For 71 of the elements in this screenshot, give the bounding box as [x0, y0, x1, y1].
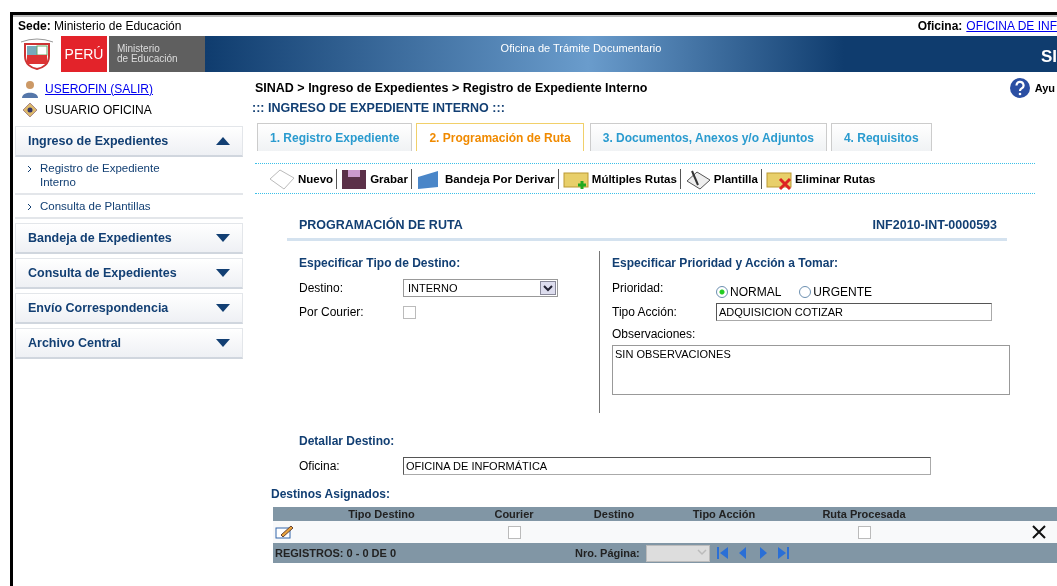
field-label: Destino: [299, 281, 345, 295]
last-page-icon [775, 546, 790, 560]
column-header: Tipo Acción [691, 508, 757, 520]
collapse-arrow-icon [216, 137, 230, 145]
expand-arrow-icon [216, 339, 230, 347]
column-header: Tipo Destino [347, 508, 416, 520]
grid-title: Destinos Asignados: [271, 486, 391, 503]
destination-select[interactable]: INTERNO [403, 279, 558, 297]
section-heading: Detallar Destino: [299, 433, 396, 450]
multi-button[interactable]: Múltiples Rutas [558, 166, 680, 191]
chevron-icon [27, 203, 32, 211]
help-label: Ayu [1034, 82, 1055, 94]
ministry-label: Ministerio de Educación [109, 36, 205, 72]
save-button[interactable]: Grabar [337, 166, 411, 191]
breadcrumb: SINAD > Ingreso de Expedientes > Registro de Expediente Interno [255, 81, 648, 95]
menu-section[interactable]: Consulta de Expedientes [15, 258, 243, 289]
menu-item[interactable]: Consulta de Plantillas [40, 199, 180, 213]
field-label: Por Courier: [299, 305, 365, 319]
section-heading: Especificar Prioridad y Acción a Tomar: [612, 255, 840, 272]
field-label: Prioridad: [612, 281, 665, 295]
last-page-button[interactable] [775, 546, 790, 560]
menu-section[interactable]: Envío Correspondencia [15, 293, 243, 324]
column-header: Courier [493, 508, 535, 520]
first-page-icon [715, 546, 730, 560]
column-header: Ruta Procesada [821, 508, 907, 520]
delete-button[interactable] [1031, 524, 1047, 540]
country-label: PERÚ [61, 36, 109, 72]
user-role: USUARIO OFICINA [45, 102, 152, 117]
page-label: Nro. Página: [575, 547, 640, 559]
record-count: REGISTROS: 0 - 0 DE 0 [275, 547, 398, 559]
user-icon [21, 79, 39, 98]
section-title: PROGRAMACIÓN DE RUTA [299, 218, 463, 232]
field-label: Observaciones: [612, 327, 697, 341]
expand-arrow-icon [216, 269, 230, 277]
priority-radio[interactable]: URGENTE [799, 285, 872, 299]
tray-button[interactable]: Bandeja Por Derivar [411, 166, 558, 191]
help-icon [1008, 77, 1031, 99]
oficina-link[interactable]: OFICINA DE INF [966, 19, 1057, 33]
menu-section[interactable]: Bandeja de Expedientes [15, 223, 243, 254]
office-field[interactable]: OFICINA DE INFORMÁTICA [403, 457, 931, 475]
page-title: ::: INGRESO DE EXPEDIENTE INTERNO ::: [252, 101, 506, 115]
record-code: INF2010-INT-0000593 [872, 218, 997, 232]
template-button[interactable]: Plantilla [680, 166, 761, 191]
oficina-label: Oficina: [917, 19, 963, 33]
courier-checkbox[interactable] [507, 525, 521, 539]
page-select[interactable] [645, 544, 710, 562]
brand-label: SI [1040, 47, 1057, 67]
field-label: Tipo Acción: [612, 305, 678, 319]
badge-icon [21, 100, 39, 119]
delete-button[interactable]: Eliminar Rutas [761, 166, 879, 191]
user-link[interactable]: USEROFIN (SALIR) [45, 81, 153, 96]
field-label: Oficina: [299, 459, 341, 473]
action-field[interactable]: ADQUISICION COTIZAR [716, 303, 992, 321]
menu-section[interactable]: Ingreso de Expedientes [15, 126, 243, 157]
expand-arrow-icon [216, 234, 230, 242]
menu-item[interactable]: Registro de Expediente Interno [40, 161, 180, 189]
notes-field[interactable]: SIN OBSERVACIONES [612, 345, 1010, 395]
menu-section[interactable]: Archivo Central [15, 328, 243, 359]
banner-title: Oficina de Trámite Documentario [499, 42, 663, 54]
close-icon [1031, 524, 1047, 540]
chevron-icon [27, 165, 32, 173]
help-link[interactable]: Ayu [1008, 77, 1055, 99]
priority-radio[interactable]: NORMAL [716, 285, 782, 299]
new-button[interactable]: Nuevo [265, 166, 337, 191]
processed-checkbox[interactable] [857, 525, 871, 539]
section-heading: Especificar Tipo de Destino: [299, 255, 462, 272]
expand-arrow-icon [216, 304, 230, 312]
column-header: Destino [592, 508, 636, 520]
courier-checkbox[interactable] [403, 305, 416, 319]
sede-label: Sede: Ministerio de Educación [18, 19, 182, 35]
first-page-button[interactable] [715, 546, 730, 560]
